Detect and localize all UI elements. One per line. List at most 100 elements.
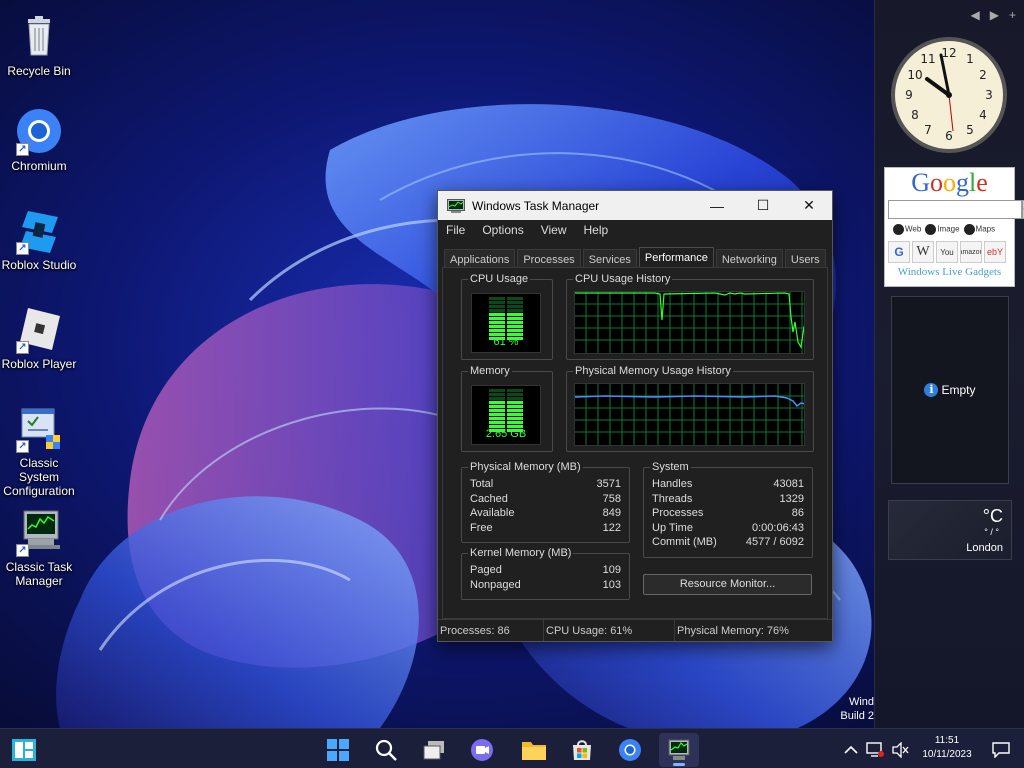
memory-meter-segment — [507, 397, 523, 400]
desktop-icon-chromium[interactable]: ↗ Chromium — [0, 100, 78, 190]
tray-date: 10/11/2023 — [922, 749, 972, 760]
previous-arrow-icon[interactable]: ◀ — [971, 8, 980, 22]
tab-strip: Applications Processes Services Performa… — [444, 247, 826, 269]
radio-image[interactable]: Image — [925, 224, 960, 235]
task-manager-taskbar-button[interactable] — [659, 733, 699, 767]
tray-clock[interactable]: 11:51 10/11/2023 — [910, 734, 984, 762]
amazon-link-icon[interactable]: amazon — [960, 241, 982, 263]
desktop-icon-roblox-player[interactable]: ↗ Roblox Player — [0, 298, 78, 388]
desktop-icon-recycle-bin[interactable]: Recycle Bin — [0, 5, 78, 95]
memory-meter: 2.65 GB — [471, 385, 541, 445]
wikipedia-link-icon[interactable]: W — [912, 241, 934, 263]
tab-applications[interactable]: Applications — [444, 249, 516, 269]
menu-view[interactable]: View — [533, 223, 576, 237]
store-icon — [573, 740, 591, 760]
chromium-icon — [619, 739, 641, 761]
start-button[interactable] — [318, 733, 358, 767]
google-gadget-footer[interactable]: Windows Live Gadgets — [885, 266, 1014, 278]
memory-meter-segment — [507, 417, 523, 420]
google-search-input[interactable] — [888, 200, 1022, 219]
menu-bar: File Options View Help — [438, 220, 832, 240]
empty-gadget[interactable]: i Empty — [891, 296, 1009, 484]
task-manager-window: Windows Task Manager — ☐ ✕ File Options … — [437, 190, 833, 642]
widgets-button[interactable] — [4, 733, 44, 767]
task-manager-icon: ↗ — [14, 507, 64, 557]
clock-numeral: 9 — [905, 88, 913, 102]
tab-networking[interactable]: Networking — [715, 249, 783, 269]
clock-numeral: 5 — [966, 123, 974, 137]
network-button[interactable] — [861, 733, 889, 767]
chevron-up-icon — [844, 745, 858, 754]
menu-file[interactable]: File — [438, 223, 474, 237]
weather-gadget[interactable]: °C ° / ° London — [888, 500, 1012, 560]
cpu-meter-segment — [507, 329, 523, 332]
memory-meter-segment — [489, 389, 505, 392]
close-button[interactable]: ✕ — [786, 191, 832, 220]
tab-processes[interactable]: Processes — [517, 249, 581, 269]
cpu-meter-segment — [489, 325, 505, 328]
cpu-usage-label: CPU Usage — [468, 273, 531, 285]
cpu-history-group: CPU Usage History — [566, 273, 814, 360]
tab-users[interactable]: Users — [784, 249, 826, 269]
memory-meter-segment — [507, 401, 523, 404]
chromium-taskbar-button[interactable] — [610, 733, 650, 767]
menu-options[interactable]: Options — [474, 223, 532, 237]
desktop-icon-classic-task-manager[interactable]: ↗ Classic Task Manager — [0, 501, 78, 591]
cpu-history-label: CPU Usage History — [573, 273, 673, 285]
cpu-history-graph — [574, 291, 805, 354]
cpu-meter-segment — [489, 301, 505, 304]
task-view-icon — [423, 741, 444, 760]
empty-gadget-label: Empty — [941, 383, 976, 397]
taskbar: 11:51 10/11/2023 — [0, 728, 1024, 768]
stat-row-paged: Paged 109 — [470, 564, 621, 576]
weather-city: London — [966, 542, 1003, 554]
cpu-meter-segment — [489, 321, 505, 324]
cpu-meter-segment — [489, 309, 505, 312]
system-group: System Handles 43081 Threads 1329 Processe… — [643, 461, 813, 558]
gadgets-sidebar: ◀ ▶ + 12 1 2 3 4 5 6 7 8 9 10 11 Google … — [874, 0, 1024, 728]
google-link-icon[interactable]: G — [888, 241, 910, 263]
radio-maps[interactable]: Maps — [963, 224, 995, 235]
store-button[interactable] — [562, 733, 602, 767]
chat-button[interactable] — [462, 733, 502, 767]
physical-memory-title: Physical Memory (MB) — [468, 461, 583, 473]
clock-numeral: 1 — [966, 52, 974, 66]
maximize-button[interactable]: ☐ — [740, 191, 786, 220]
memory-value: 2.65 GB — [485, 428, 527, 440]
roblox-studio-icon: ↗ — [14, 205, 64, 255]
next-arrow-icon[interactable]: ▶ — [990, 8, 999, 22]
memory-meter-segment — [489, 421, 505, 424]
memory-meter-segment — [489, 417, 505, 420]
notifications-button[interactable] — [984, 733, 1018, 767]
task-view-button[interactable] — [414, 733, 454, 767]
search-button[interactable] — [366, 733, 406, 767]
desktop-icon-roblox-studio[interactable]: ↗ Roblox Studio — [0, 199, 78, 289]
stat-row-nonpaged: Nonpaged 103 — [470, 578, 621, 591]
chat-icon — [471, 739, 493, 761]
add-gadget-icon[interactable]: + — [1009, 8, 1016, 22]
minimize-button[interactable]: — — [694, 191, 740, 220]
graph-grid — [575, 384, 804, 445]
cpu-meter-segment — [507, 313, 523, 316]
shortcut-arrow-icon: ↗ — [16, 341, 29, 354]
google-logo: Google — [911, 168, 988, 197]
file-explorer-button[interactable] — [514, 733, 554, 767]
window-title: Windows Task Manager — [472, 198, 600, 213]
ebay-link-icon[interactable]: ebY — [984, 241, 1006, 263]
youtube-link-icon[interactable]: You — [936, 241, 958, 263]
clock-gadget[interactable]: 12 1 2 3 4 5 6 7 8 9 10 11 — [887, 33, 1011, 157]
cpu-usage-group: CPU Usage 61 % — [461, 273, 553, 360]
tab-services[interactable]: Services — [582, 249, 637, 269]
title-bar[interactable]: Windows Task Manager — ☐ ✕ — [438, 191, 832, 220]
sidebar-nav: ◀ ▶ + — [971, 8, 1016, 22]
shortcut-arrow-icon: ↗ — [16, 143, 29, 156]
radio-web[interactable]: Web — [893, 224, 921, 235]
status-cpu: CPU Usage: 61% — [544, 620, 675, 641]
desktop-icon-classic-system-configuration[interactable]: ↗ Classic System Configuration — [0, 397, 78, 498]
menu-help[interactable]: Help — [576, 223, 618, 237]
cpu-meter-segment — [507, 305, 523, 308]
tray-time: 11:51 — [934, 735, 960, 746]
memory-meter-segment — [489, 409, 505, 412]
resource-monitor-button[interactable]: Resource Monitor... — [643, 574, 812, 595]
tab-performance[interactable]: Performance — [638, 247, 714, 269]
